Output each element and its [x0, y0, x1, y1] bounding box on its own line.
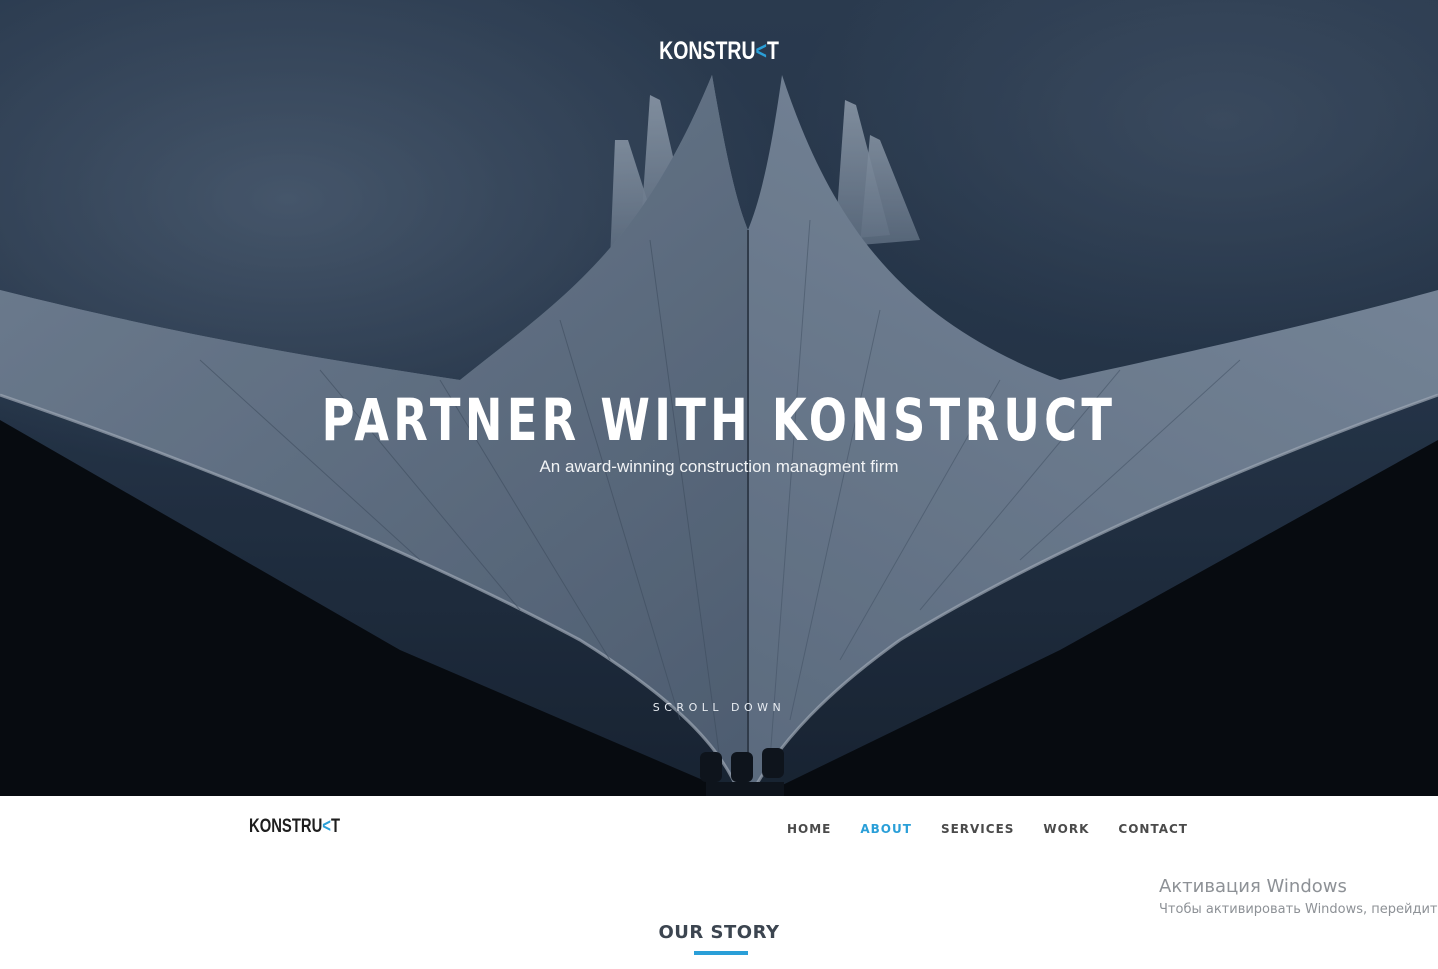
- hero-logo[interactable]: KONSTRU<T: [158, 37, 1280, 66]
- section-title-underline: [694, 951, 748, 955]
- nav-logo-tail: T: [330, 816, 341, 837]
- nav-item-about[interactable]: ABOUT: [860, 822, 912, 836]
- hero-section: KONSTRU<T PARTNER WITH KONSTRUCT An awar…: [0, 0, 1438, 796]
- nav-logo-text: KONSTRU: [249, 816, 323, 837]
- nav-item-services[interactable]: SERVICES: [941, 822, 1014, 836]
- hero-subtitle: An award-winning construction managment …: [539, 457, 899, 476]
- hero-logo-text: KONSTRU: [659, 37, 756, 65]
- nav-item-contact[interactable]: CONTACT: [1118, 822, 1188, 836]
- nav-menu: HOME ABOUT SERVICES WORK CONTACT: [758, 822, 1188, 836]
- nav-logo-accent: <: [322, 816, 331, 837]
- nav-item-home[interactable]: HOME: [787, 822, 831, 836]
- nav-logo[interactable]: KONSTRU<T: [249, 816, 340, 838]
- section-title-our-story: OUR STORY: [658, 922, 780, 943]
- hero-logo-tail: T: [766, 37, 779, 65]
- windows-activation-subtitle: Чтобы активировать Windows, перейдите: [1159, 902, 1438, 917]
- nav-item-work[interactable]: WORK: [1043, 822, 1089, 836]
- hero-logo-accent: <: [755, 37, 767, 65]
- main-navbar: KONSTRU<T HOME ABOUT SERVICES WORK CONTA…: [0, 796, 1438, 862]
- windows-activation-title: Активация Windows: [1159, 876, 1347, 897]
- hero-title: PARTNER WITH KONSTRUCT: [321, 386, 1117, 454]
- scroll-down-link[interactable]: SCROLL DOWN: [0, 701, 1438, 714]
